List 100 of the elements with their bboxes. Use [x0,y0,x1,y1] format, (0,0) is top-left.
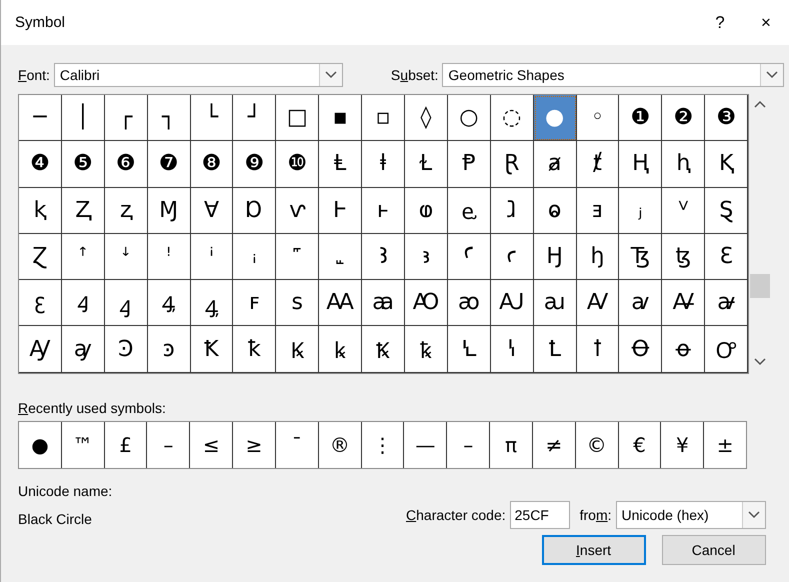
symbol-cell[interactable]: Ꝇ [448,326,491,373]
symbol-cell[interactable]: ⱨ [662,141,706,188]
symbol-cell[interactable]: ꜳ [362,280,406,326]
symbol-cell[interactable]: Ꜻ [662,280,706,326]
symbol-cell[interactable]: Ᵽ [448,141,491,188]
symbol-cell[interactable]: ⱷ [405,188,448,234]
help-button[interactable]: ? [697,0,743,45]
subset-dropdown[interactable]: Geometric Shapes [442,63,784,87]
symbol-cell[interactable]: Ꝅ [362,326,406,373]
symbol-cell[interactable]: Ꜿ [104,326,148,373]
symbol-cell[interactable]: ꜭ [104,280,148,326]
symbol-cell[interactable]: ꜻ [705,280,748,326]
symbol-cell[interactable]: ─ [19,95,62,142]
symbol-cell[interactable]: ꜫ [19,280,62,326]
symbol-cell[interactable]: ꜛ [62,234,105,280]
symbol-cell[interactable]: Ɒ [233,188,276,234]
symbol-cell[interactable]: ꜰ [233,280,276,326]
symbol-cell[interactable]: ꝇ [490,326,534,373]
scrollbar-thumb[interactable] [750,274,770,298]
font-dropdown[interactable]: Calibri [54,63,343,87]
recent-symbol[interactable]: ± [704,422,746,468]
symbol-cell[interactable]: ꜯ [190,280,234,326]
symbol-cell[interactable]: ⱹ [490,188,534,234]
symbol-cell[interactable]: │ [62,95,105,142]
symbol-cell[interactable]: Ȿ [705,188,748,234]
symbol-cell[interactable]: Ɽ [490,141,534,188]
symbol-cell[interactable]: ꜣ [405,234,448,280]
symbol-cell[interactable]: Ⱬ [62,188,105,234]
symbol-cell[interactable]: └ [190,95,234,142]
symbol-cell[interactable]: ❿ [276,141,320,188]
symbol-cell[interactable]: Ꜩ [619,234,662,280]
symbol-cell[interactable]: ꜩ [662,234,706,280]
symbol-cell[interactable]: ❽ [190,141,234,188]
close-button[interactable]: × [743,0,789,45]
symbol-cell[interactable]: Ɐ [190,188,234,234]
symbol-cell[interactable]: ┌ [104,95,148,142]
symbol-cell[interactable]: ꝉ [576,326,620,373]
symbol-cell[interactable]: ꜹ [619,280,662,326]
symbol-cell[interactable]: ⱥ [534,141,577,188]
symbol-cell[interactable]: ꝋ [662,326,706,373]
symbol-cell[interactable]: ❼ [148,141,191,188]
symbol-cell[interactable]: ꝅ [405,326,448,373]
symbol-cell[interactable]: ⱽ [662,188,706,234]
symbol-cell[interactable]: ⱸ [448,188,491,234]
symbol-cell[interactable]: ❶ [619,95,662,142]
symbol-cell[interactable]: Ⱡ [319,141,362,188]
symbol-cell[interactable]: ⱱ [276,188,320,234]
symbol-cell[interactable]: Ⱶ [319,188,362,234]
from-dropdown[interactable]: Unicode (hex) [616,500,766,529]
symbol-cell[interactable]: Ꝋ [619,326,662,373]
symbol-cell[interactable]: Ꜥ [448,234,491,280]
symbol-cell[interactable]: ꜜ [104,234,148,280]
symbol-cell[interactable]: ❺ [62,141,105,188]
symbol-cell[interactable]: ◊ [405,95,448,142]
symbol-cell[interactable]: ◦ [576,95,620,142]
symbol-cell[interactable]: Ꜹ [576,280,620,326]
dialog-button[interactable]: Insert [542,534,646,565]
symbol-cell[interactable]: ꜟ [233,234,276,280]
symbol-cell[interactable]: Ꜫ [705,234,748,280]
symbol-cell[interactable]: ꜠ [276,234,320,280]
symbol-cell[interactable]: ○ [448,95,491,142]
symbol-cell[interactable]: Ꜽ [19,326,62,373]
symbol-cell[interactable]: Ꝍ [705,326,748,373]
symbol-cell[interactable]: Ꜵ [405,280,448,326]
symbol-cell[interactable]: ❸ [705,95,748,142]
symbol-cell[interactable]: Ꜯ [148,280,191,326]
symbol-cell[interactable]: ꜽ [62,326,105,373]
symbol-cell[interactable]: ꜡ [319,234,362,280]
symbol-cell[interactable]: ꜥ [490,234,534,280]
symbol-cell[interactable]: Ꜷ [490,280,534,326]
symbol-cell[interactable]: Ɫ [405,141,448,188]
symbol-cell[interactable]: Ꜣ [362,234,406,280]
symbol-cell[interactable]: Ⱨ [619,141,662,188]
symbol-cell[interactable]: ● [534,95,577,142]
symbol-cell[interactable]: ❾ [233,141,276,188]
symbol-cell[interactable]: ⱬ [104,188,148,234]
symbol-cell[interactable]: Ⱪ [705,141,748,188]
symbol-cell[interactable]: Ꝁ [190,326,234,373]
symbol-cell[interactable]: Ꜭ [62,280,105,326]
symbol-cell[interactable]: ⱶ [362,188,406,234]
symbol-cell[interactable]: ❷ [662,95,706,142]
symbol-cell[interactable]: ꜵ [448,280,491,326]
symbol-cell[interactable]: ꜿ [148,326,191,373]
symbol-cell[interactable]: ⱦ [576,141,620,188]
symbol-cell[interactable]: ❻ [104,141,148,188]
symbol-cell[interactable]: Ꝉ [534,326,577,373]
symbol-cell[interactable]: Ɱ [148,188,191,234]
symbol-cell[interactable]: ⱪ [19,188,62,234]
symbol-cell[interactable]: ▫ [362,95,406,142]
symbol-cell[interactable]: ꜷ [534,280,577,326]
symbol-cell[interactable]: ꜞ [190,234,234,280]
symbol-cell[interactable]: Ꜳ [319,280,362,326]
symbol-cell[interactable]: ⱼ [619,188,662,234]
symbol-cell[interactable]: ❹ [19,141,62,188]
symbol-cell[interactable]: □ [276,95,320,142]
symbol-cell[interactable]: ꜱ [276,280,320,326]
symbol-cell[interactable]: ┐ [148,95,191,142]
dialog-button[interactable]: Cancel [662,534,766,565]
symbol-cell[interactable]: ꝃ [319,326,362,373]
symbol-cell[interactable]: Ꝃ [276,326,320,373]
